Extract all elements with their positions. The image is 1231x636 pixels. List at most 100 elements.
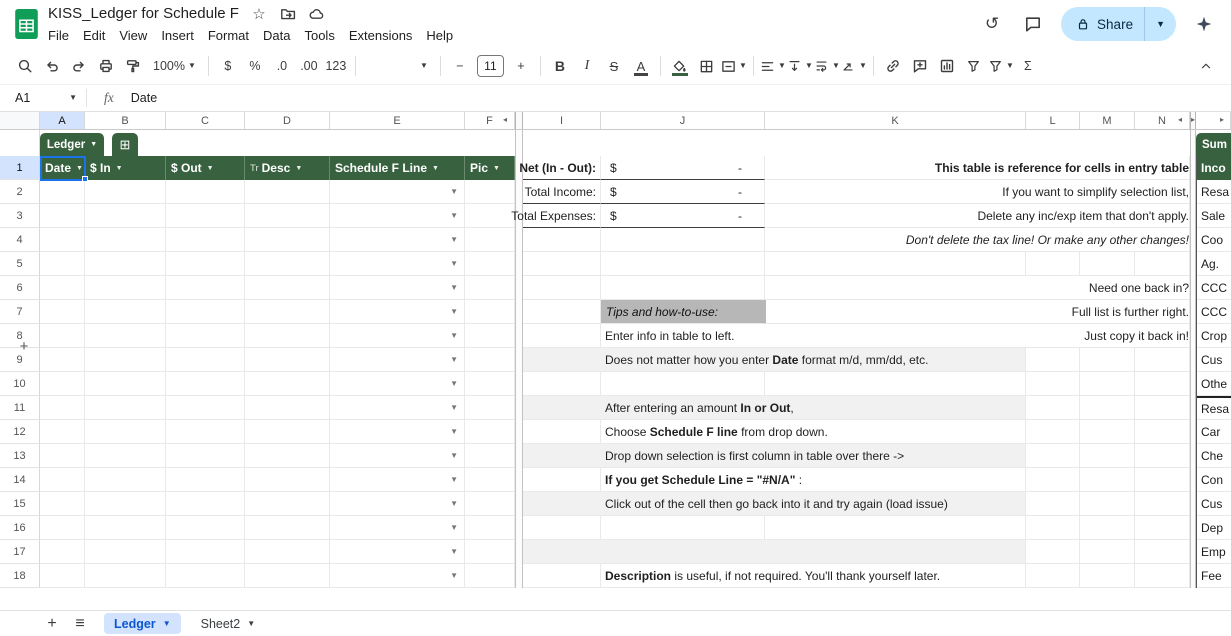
chevron-down-icon[interactable]: ▼ xyxy=(116,165,123,172)
cell-B2[interactable] xyxy=(85,180,166,204)
cell-E16[interactable]: ▼ xyxy=(330,516,465,540)
tab-sheet2[interactable]: Sheet2 ▼ xyxy=(191,613,266,634)
comments-icon[interactable] xyxy=(1020,11,1046,37)
dropdown-chevron-icon[interactable]: ▼ xyxy=(450,235,458,244)
cell-B4[interactable] xyxy=(85,228,166,252)
menu-data[interactable]: Data xyxy=(256,27,297,44)
gemini-sparkle-icon[interactable] xyxy=(1191,11,1217,37)
cell-F3[interactable] xyxy=(465,204,515,228)
table-range-chip[interactable]: ⊞ xyxy=(112,133,138,156)
cell-D4[interactable] xyxy=(245,228,330,252)
entry-header-cell-E[interactable]: Schedule F Line▼ xyxy=(330,156,465,180)
cell-N14[interactable] xyxy=(1135,468,1190,492)
cell-C5[interactable] xyxy=(166,252,245,276)
sum-item-cell[interactable]: CCC xyxy=(1197,300,1231,324)
decrease-font-size-button[interactable]: − xyxy=(447,53,473,79)
entry-header-cell-D[interactable]: TrDesc▼ xyxy=(245,156,330,180)
cell-M13[interactable] xyxy=(1080,444,1135,468)
summary-value-cell-2[interactable]: $- xyxy=(601,180,765,204)
row-header-1[interactable]: 1 xyxy=(0,156,40,180)
chevron-down-icon[interactable]: ▼ xyxy=(432,165,439,172)
hidden-columns-left-arrow[interactable]: ◂ xyxy=(1178,115,1182,124)
cell-F11[interactable] xyxy=(465,396,515,420)
cell-M9[interactable] xyxy=(1080,348,1135,372)
cell-J12-note[interactable]: Choose Schedule F line from drop down. xyxy=(605,420,1024,443)
cell-K7-note[interactable]: Full list is further right. xyxy=(766,300,1189,323)
sum-item-cell[interactable]: Dep xyxy=(1197,516,1231,540)
cell-N16[interactable] xyxy=(1135,516,1190,540)
summary-label-3[interactable]: Total Expenses: xyxy=(523,204,601,228)
cell-F13[interactable] xyxy=(465,444,515,468)
cell-L12[interactable] xyxy=(1026,420,1080,444)
row-header-6[interactable]: 6 xyxy=(0,276,40,300)
chevron-down-icon[interactable]: ▼ xyxy=(295,165,302,172)
column-header-A[interactable]: A xyxy=(40,112,85,129)
cell-B3[interactable] xyxy=(85,204,166,228)
row-header-2[interactable]: 2 xyxy=(0,180,40,204)
cell-A12[interactable] xyxy=(40,420,85,444)
entry-header-cell-B[interactable]: $ In▼ xyxy=(85,156,166,180)
cell-D13[interactable] xyxy=(245,444,330,468)
search-menus-button[interactable] xyxy=(12,53,38,79)
cell-L15[interactable] xyxy=(1026,492,1080,516)
cell-C8[interactable] xyxy=(166,324,245,348)
cell-A5[interactable] xyxy=(40,252,85,276)
cloud-status-icon[interactable] xyxy=(308,5,326,23)
sum-item-cell[interactable]: Resa xyxy=(1197,396,1231,420)
cell-E9[interactable]: ▼ xyxy=(330,348,465,372)
cell-B9[interactable] xyxy=(85,348,166,372)
cell-E6[interactable]: ▼ xyxy=(330,276,465,300)
cell-B16[interactable] xyxy=(85,516,166,540)
cell-E12[interactable]: ▼ xyxy=(330,420,465,444)
cell-I13[interactable] xyxy=(523,444,601,468)
cell-J17[interactable] xyxy=(601,540,765,564)
tab-ledger[interactable]: Ledger ▼ xyxy=(104,613,181,634)
cell-F7[interactable] xyxy=(465,300,515,324)
sum-item-cell[interactable]: Che xyxy=(1197,444,1231,468)
cell-D16[interactable] xyxy=(245,516,330,540)
chevron-down-icon[interactable]: ▼ xyxy=(207,165,214,172)
cell-F9[interactable] xyxy=(465,348,515,372)
cell-N18[interactable] xyxy=(1135,564,1190,588)
sum-item-cell[interactable]: Cus xyxy=(1197,348,1231,372)
cell-L10[interactable] xyxy=(1026,372,1080,396)
cell-K2-note[interactable]: If you want to simplify selection list, xyxy=(766,180,1189,203)
cell-F18[interactable] xyxy=(465,564,515,588)
cell-I7[interactable] xyxy=(523,300,601,324)
cell-C9[interactable] xyxy=(166,348,245,372)
paint-format-button[interactable] xyxy=(120,53,146,79)
cell-M17[interactable] xyxy=(1080,540,1135,564)
cell-B6[interactable] xyxy=(85,276,166,300)
cell-F16[interactable] xyxy=(465,516,515,540)
cell-K17[interactable] xyxy=(765,540,1026,564)
cell-N11[interactable] xyxy=(1135,396,1190,420)
add-sheet-button[interactable]: + xyxy=(38,612,66,636)
zoom-dropdown[interactable]: 100% ▼ xyxy=(147,53,202,79)
cell-L9[interactable] xyxy=(1026,348,1080,372)
fill-color-button[interactable] xyxy=(667,53,693,79)
insert-chart-button[interactable] xyxy=(934,53,960,79)
summary-value-cell-1[interactable]: $- xyxy=(601,156,765,180)
cell-K8-note[interactable]: Just copy it back in! xyxy=(766,324,1189,347)
cell-J6[interactable] xyxy=(601,276,765,300)
chevron-down-icon[interactable]: ▼ xyxy=(76,165,83,172)
cell-E4[interactable]: ▼ xyxy=(330,228,465,252)
row-header-3[interactable]: 3 xyxy=(0,204,40,228)
menu-file[interactable]: File xyxy=(41,27,76,44)
share-button[interactable]: Share xyxy=(1061,7,1144,41)
cell-K16[interactable] xyxy=(765,516,1026,540)
all-sheets-button[interactable]: ≡ xyxy=(66,612,94,636)
cell-E7[interactable]: ▼ xyxy=(330,300,465,324)
cell-F14[interactable] xyxy=(465,468,515,492)
table-chip-ledger[interactable]: Ledger▼ xyxy=(40,133,104,156)
cell-B13[interactable] xyxy=(85,444,166,468)
column-header-B[interactable]: B xyxy=(85,112,166,129)
name-box[interactable]: A1 ▼ xyxy=(0,85,86,111)
cell-C17[interactable] xyxy=(166,540,245,564)
table-chip-sum[interactable]: Sum xyxy=(1196,133,1231,156)
cell-A17[interactable] xyxy=(40,540,85,564)
cell-F5[interactable] xyxy=(465,252,515,276)
cell-F6[interactable] xyxy=(465,276,515,300)
cell-D11[interactable] xyxy=(245,396,330,420)
cell-K6-note[interactable]: Need one back in? xyxy=(766,276,1189,299)
